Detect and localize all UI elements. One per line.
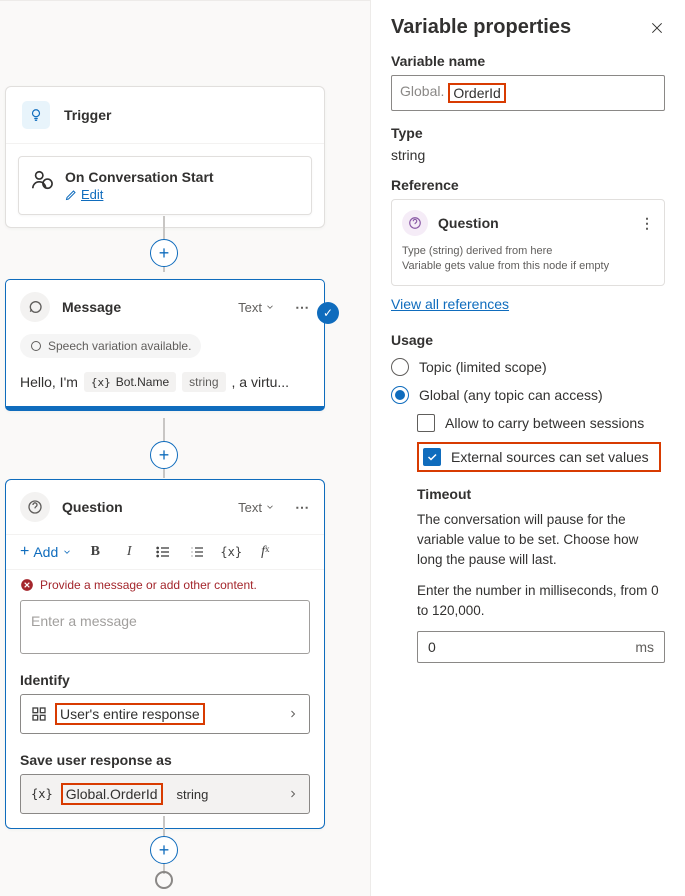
reference-label: Reference [391,177,665,193]
message-icon [20,292,50,322]
add-node-button[interactable]: + [150,836,178,864]
numbered-list-button[interactable] [186,544,208,560]
identify-label: Identify [6,654,324,694]
type-value: string [391,147,665,163]
reference-card[interactable]: Question ⋮ Type (string) derived from he… [391,199,665,286]
variable-name-label: Variable name [391,53,665,69]
variable-name-input[interactable]: Global. OrderId [391,75,665,111]
chevron-right-icon [287,708,299,720]
reference-note: Type (string) derived from here Variable… [402,244,654,275]
trigger-event-title: On Conversation Start [65,169,214,185]
formula-button[interactable]: fx [254,544,276,560]
bullet-list-button[interactable] [152,544,174,560]
save-response-variable: Global.OrderId [61,783,163,805]
radio-icon [391,358,409,376]
message-node[interactable]: ✓ Message Text ⋯ Speech variation availa… [5,279,325,411]
checkbox-icon [417,414,435,432]
add-node-button[interactable]: + [150,441,178,469]
speech-variation-pill[interactable]: Speech variation available. [20,334,201,358]
variable-type: string [171,784,215,805]
italic-button[interactable]: I [118,544,140,560]
variable-token[interactable]: {x} Bot.Name [84,372,176,392]
question-icon [402,210,428,236]
checkbox-icon [423,448,441,466]
timeout-input[interactable]: 0 ms [417,631,665,663]
message-title: Message [62,299,121,315]
save-response-select[interactable]: {x} Global.OrderId string [20,774,310,814]
check-badge-icon: ✓ [317,302,339,324]
question-node[interactable]: Question Text ⋯ + Add B I {x} fx [5,479,325,829]
bold-button[interactable]: B [84,544,106,560]
identify-value: User's entire response [55,703,205,725]
timeout-label: Timeout [417,486,665,502]
usage-label: Usage [391,332,665,348]
text-mode-dropdown[interactable]: Text [238,300,275,315]
properties-panel: Variable properties Variable name Global… [370,0,685,896]
radio-topic-scope[interactable]: Topic (limited scope) [391,358,665,376]
reference-title: Question [438,215,499,231]
chevron-right-icon [287,788,299,800]
add-node-button[interactable]: + [150,239,178,267]
end-node-icon [155,871,173,889]
more-icon[interactable]: ⋯ [295,299,310,316]
edit-link[interactable]: Edit [65,187,214,202]
text-mode-dropdown[interactable]: Text [238,500,275,515]
variable-button[interactable]: {x} [220,545,242,559]
view-all-references-link[interactable]: View all references [391,296,509,312]
checkbox-carry-sessions[interactable]: Allow to carry between sessions [417,414,665,432]
lightbulb-icon [22,101,50,129]
panel-title: Variable properties [391,16,571,39]
trigger-node[interactable]: Trigger On Conversation Start Edit [5,86,325,228]
identify-select[interactable]: User's entire response [20,694,310,734]
more-icon[interactable]: ⋮ [640,215,654,232]
checkbox-external-sources[interactable]: External sources can set values [417,442,661,472]
save-response-label: Save user response as [6,734,324,774]
more-icon[interactable]: ⋯ [295,499,310,516]
timeout-range: Enter the number in milliseconds, from 0… [417,581,665,622]
question-toolbar: + Add B I {x} fx [6,534,324,570]
trigger-title: Trigger [64,107,111,123]
error-message: Provide a message or add other content. [6,570,324,600]
message-input[interactable]: Enter a message [20,600,310,654]
timeout-description: The conversation will pause for the vari… [417,510,665,571]
type-token: string [182,372,225,392]
grid-icon [31,706,47,722]
radio-global-scope[interactable]: Global (any topic can access) [391,386,665,404]
person-icon [31,169,53,191]
message-body[interactable]: Hello, I'm {x} Bot.Name string , a virtu… [6,368,324,406]
type-label: Type [391,125,665,141]
question-title: Question [62,499,123,515]
close-button[interactable] [649,20,665,36]
trigger-header: Trigger [6,87,324,144]
radio-icon [391,386,409,404]
question-icon [20,492,50,522]
variable-icon: {x} [31,787,53,801]
add-button[interactable]: + Add [20,543,72,561]
trigger-event-card[interactable]: On Conversation Start Edit [18,156,312,215]
